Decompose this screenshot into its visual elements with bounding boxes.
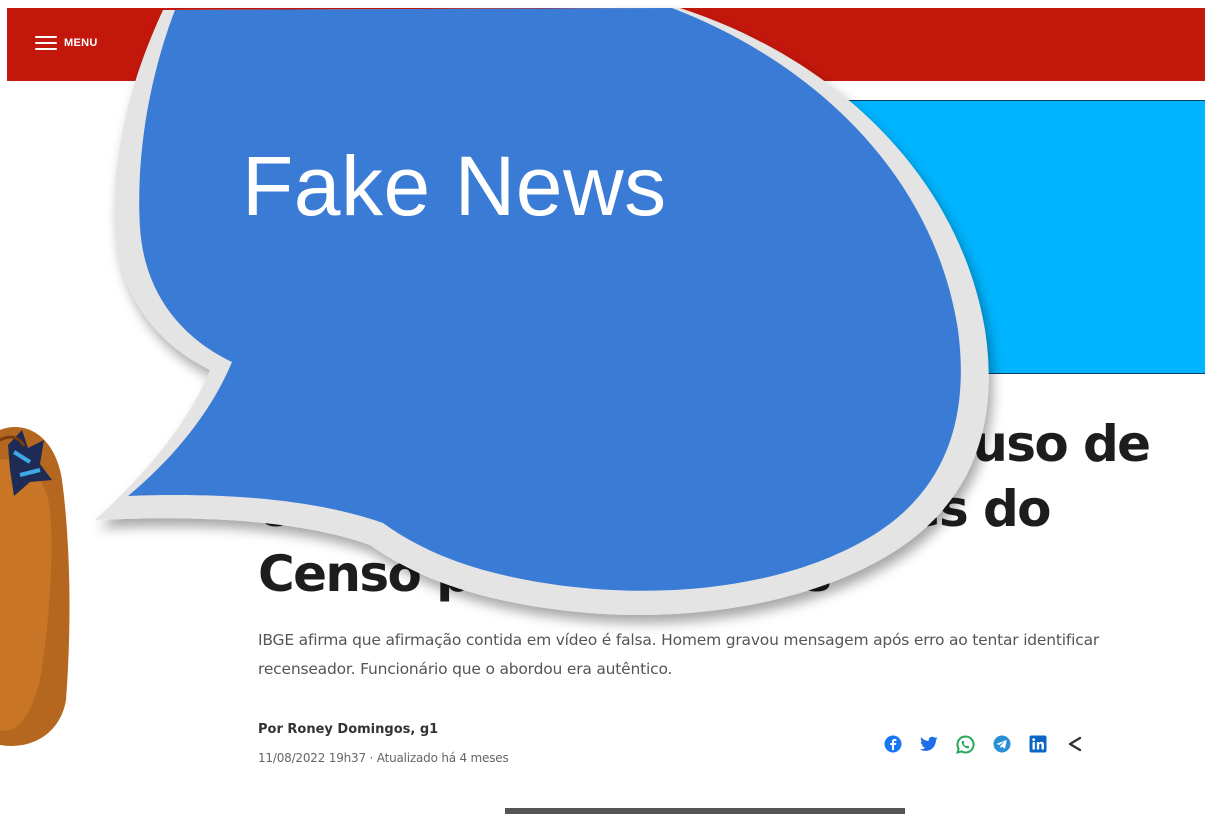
telegram-icon[interactable]: [993, 735, 1011, 753]
article-subtitle: IBGE afirma que afirmação contida em víd…: [258, 631, 1100, 678]
linkedin-icon[interactable]: [1029, 735, 1047, 753]
share-bar: [884, 734, 1085, 754]
article-timestamp: 11/08/2022 19h37 · Atualizado há 4 meses: [258, 751, 509, 765]
article-headline: É #FAKE mensagem sobre uso de coletes am…: [258, 415, 1151, 603]
video-thumbnail[interactable]: [505, 808, 905, 814]
mascot-illustration: [0, 427, 70, 746]
menu-label: MENU: [64, 37, 98, 49]
menu-button[interactable]: MENU: [35, 36, 98, 50]
top-navigation-bar: MENU: [7, 8, 1205, 81]
article-byline[interactable]: Por Roney Domingos, g1: [258, 722, 438, 737]
share-icon[interactable]: [1065, 734, 1085, 754]
twitter-icon[interactable]: [920, 736, 938, 752]
facebook-icon[interactable]: [884, 735, 902, 753]
fake-news-label: Fake News: [242, 139, 667, 233]
whatsapp-icon[interactable]: [956, 734, 975, 754]
hamburger-icon: [35, 36, 57, 50]
